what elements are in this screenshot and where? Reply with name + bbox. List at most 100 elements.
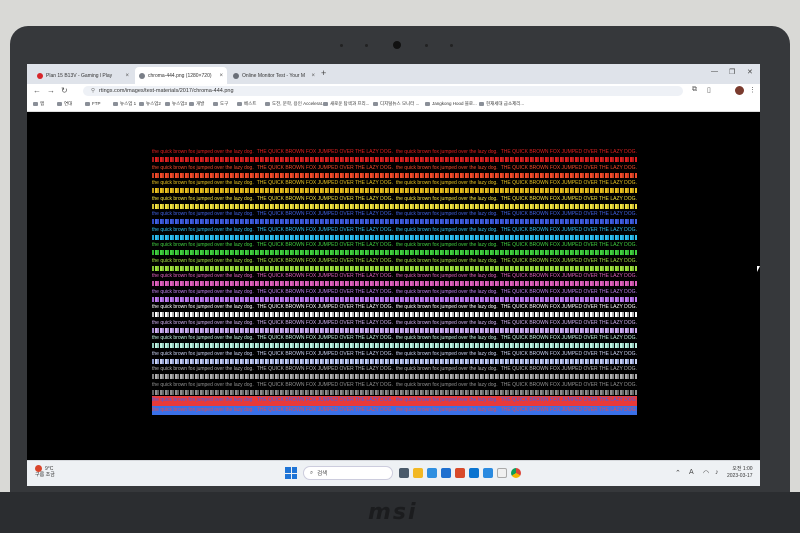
- chrome-icon[interactable]: [511, 468, 521, 478]
- sentence-lowercase: the quick brown fox jumped over the lazy…: [152, 381, 254, 388]
- bookmark-item[interactable]: 앱: [33, 101, 44, 107]
- file-explorer-icon[interactable]: [413, 468, 423, 478]
- laptop-brand-logo: msi: [368, 500, 418, 525]
- chroma-row: the quick brown fox jumped over the lazy…: [152, 350, 637, 366]
- sentence-lowercase: the quick brown fox jumped over the lazy…: [152, 304, 254, 310]
- chroma-row: the quick brown fox jumped over the lazy…: [152, 179, 637, 195]
- close-icon[interactable]: ×: [219, 73, 223, 79]
- chroma-row: the quick brown fox jumped over the lazy…: [152, 195, 637, 211]
- windows-start-icon[interactable]: [285, 467, 297, 479]
- bookmark-item[interactable]: 도전, 문학, 용인 Accelerat...: [265, 101, 326, 107]
- edge-icon[interactable]: [427, 468, 437, 478]
- chroma-bar: [152, 172, 637, 178]
- sentence-lowercase: the quick brown fox jumped over the lazy…: [395, 149, 498, 155]
- mail-icon[interactable]: [469, 468, 479, 478]
- sentence-lowercase: the quick brown fox jumped over the lazy…: [152, 164, 254, 171]
- laptop-screen: Plan 15 B13V - Gaming l Play × chroma-44…: [27, 64, 760, 486]
- bookmark-item[interactable]: 뉴스업2: [139, 101, 161, 107]
- close-icon[interactable]: ×: [311, 73, 315, 79]
- chroma-row: the quick brown fox jumped over the lazy…: [152, 210, 637, 226]
- bookmark-item[interactable]: 뉴스업 1: [113, 101, 136, 107]
- maximize-icon[interactable]: ❐: [729, 68, 735, 76]
- sentence-uppercase: THE QUICK BROWN FOX JUMPED OVER THE LAZY…: [500, 164, 637, 171]
- sentence-uppercase: THE QUICK BROWN FOX JUMPED OVER THE LAZY…: [256, 242, 393, 248]
- folder-icon: [265, 102, 270, 106]
- bookmark-item[interactable]: 새로운 탐색과 프리...: [323, 101, 369, 107]
- tray-chevron-icon[interactable]: ⌃: [675, 469, 681, 477]
- sentence-lowercase: the quick brown fox jumped over the lazy…: [395, 257, 498, 264]
- chroma-bar: [152, 219, 637, 224]
- tab-chroma[interactable]: chroma-444.png (1280×720) ×: [135, 67, 227, 84]
- url-text: rtings.com/images/test-materials/2017/ch…: [99, 88, 234, 94]
- bookmark-item[interactable]: 도구: [213, 101, 228, 107]
- folder-icon: [113, 102, 118, 106]
- minimize-icon[interactable]: —: [711, 68, 718, 75]
- taskbar-search-input[interactable]: ⌕ 검색: [303, 466, 393, 480]
- sentence-lowercase: the quick brown fox jumped over the lazy…: [152, 397, 254, 403]
- url-input[interactable]: ⚲ rtings.com/images/test-materials/2017/…: [83, 86, 683, 96]
- reload-icon[interactable]: ↻: [61, 86, 68, 95]
- chroma-solid-row: the quick brown fox jumped over the lazy…: [152, 396, 637, 406]
- back-icon[interactable]: ←: [33, 86, 41, 95]
- sentence-uppercase: THE QUICK BROWN FOX JUMPED OVER THE LAZY…: [500, 319, 637, 326]
- chroma-text-line: the quick brown fox jumped over the lazy…: [152, 272, 637, 280]
- sentence-uppercase: THE QUICK BROWN FOX JUMPED OVER THE LAZY…: [500, 350, 637, 357]
- sentence-uppercase: THE QUICK BROWN FOX JUMPED OVER THE LAZY…: [256, 273, 393, 279]
- tab-monitor-test[interactable]: Online Monitor Test - Your M ×: [229, 67, 319, 84]
- chroma-solid-row: the quick brown fox jumped over the lazy…: [152, 405, 637, 415]
- wifi-icon[interactable]: ◠: [703, 469, 709, 477]
- forward-icon[interactable]: →: [47, 86, 55, 95]
- sentence-lowercase: the quick brown fox jumped over the lazy…: [395, 226, 498, 233]
- chroma-bar: [152, 250, 637, 255]
- chroma-bar: [152, 389, 637, 395]
- bookmark-item[interactable]: 뉴스업3: [165, 101, 187, 107]
- app-icon[interactable]: [497, 468, 507, 478]
- chroma-bar: [152, 343, 637, 348]
- close-window-icon[interactable]: ✕: [747, 68, 753, 76]
- bookmark-item[interactable]: 현재세대 금소제리...: [479, 101, 524, 107]
- bookmark-item[interactable]: 베스트: [237, 101, 256, 107]
- volume-icon[interactable]: ♪: [715, 469, 719, 476]
- ime-indicator[interactable]: A: [689, 469, 694, 476]
- chroma-text-line: the quick brown fox jumped over the lazy…: [152, 381, 637, 389]
- bookmark-label: 뉴스업 1: [120, 101, 137, 106]
- sentence-lowercase: the quick brown fox jumped over the lazy…: [152, 257, 254, 264]
- sentence-lowercase: the quick brown fox jumped over the lazy…: [395, 397, 498, 403]
- bookmark-item[interactable]: FTP: [85, 101, 101, 106]
- sentence-uppercase: THE QUICK BROWN FOX JUMPED OVER THE LAZY…: [256, 319, 393, 326]
- store-icon[interactable]: [441, 468, 451, 478]
- bookmark-item[interactable]: 디지털뉴스 모니터 ...: [373, 101, 419, 107]
- menu-icon[interactable]: ⋮: [749, 86, 756, 94]
- photos-icon[interactable]: [483, 468, 493, 478]
- sentence-lowercase: the quick brown fox jumped over the lazy…: [395, 319, 498, 326]
- tab-plan15[interactable]: Plan 15 B13V - Gaming l Play ×: [33, 67, 133, 84]
- chroma-test-image: the quick brown fox jumped over the lazy…: [152, 148, 637, 415]
- sentence-lowercase: the quick brown fox jumped over the lazy…: [152, 273, 254, 279]
- sentence-uppercase: THE QUICK BROWN FOX JUMPED OVER THE LAZY…: [500, 304, 637, 310]
- extensions-icon[interactable]: ⧉: [692, 86, 697, 94]
- folder-icon: [425, 102, 430, 106]
- taskbar-clock[interactable]: 오전 1:00 2023-03-17: [727, 466, 753, 480]
- browser-tab-bar: Plan 15 B13V - Gaming l Play × chroma-44…: [27, 64, 760, 84]
- task-view-icon[interactable]: [399, 468, 409, 478]
- new-tab-icon[interactable]: +: [321, 68, 326, 78]
- weather-widget[interactable]: 9°C 구름 조금: [35, 465, 55, 478]
- sentence-lowercase: the quick brown fox jumped over the lazy…: [152, 226, 254, 233]
- bookmark-item[interactable]: Jangkong Hood 블로...: [425, 101, 477, 107]
- sentence-lowercase: the quick brown fox jumped over the lazy…: [395, 211, 498, 217]
- office-icon[interactable]: [455, 468, 465, 478]
- profile-avatar[interactable]: [735, 86, 744, 95]
- close-icon[interactable]: ×: [125, 73, 129, 79]
- sidebar-icon[interactable]: ▯: [707, 86, 711, 94]
- clock-date: 2023-03-17: [727, 473, 753, 479]
- chroma-bar: [152, 312, 637, 317]
- weather-icon: [35, 465, 42, 472]
- bookmark-item[interactable]: 연대: [57, 101, 72, 107]
- weather-desc: 구름 조금: [35, 472, 55, 478]
- sentence-uppercase: THE QUICK BROWN FOX JUMPED OVER THE LAZY…: [256, 366, 393, 372]
- chroma-text-line: the quick brown fox jumped over the lazy…: [152, 241, 637, 249]
- sentence-lowercase: the quick brown fox jumped over the lazy…: [152, 180, 254, 186]
- chroma-row: the quick brown fox jumped over the lazy…: [152, 257, 637, 273]
- sentence-lowercase: the quick brown fox jumped over the lazy…: [395, 195, 498, 202]
- bookmark-item[interactable]: 개발: [189, 101, 204, 107]
